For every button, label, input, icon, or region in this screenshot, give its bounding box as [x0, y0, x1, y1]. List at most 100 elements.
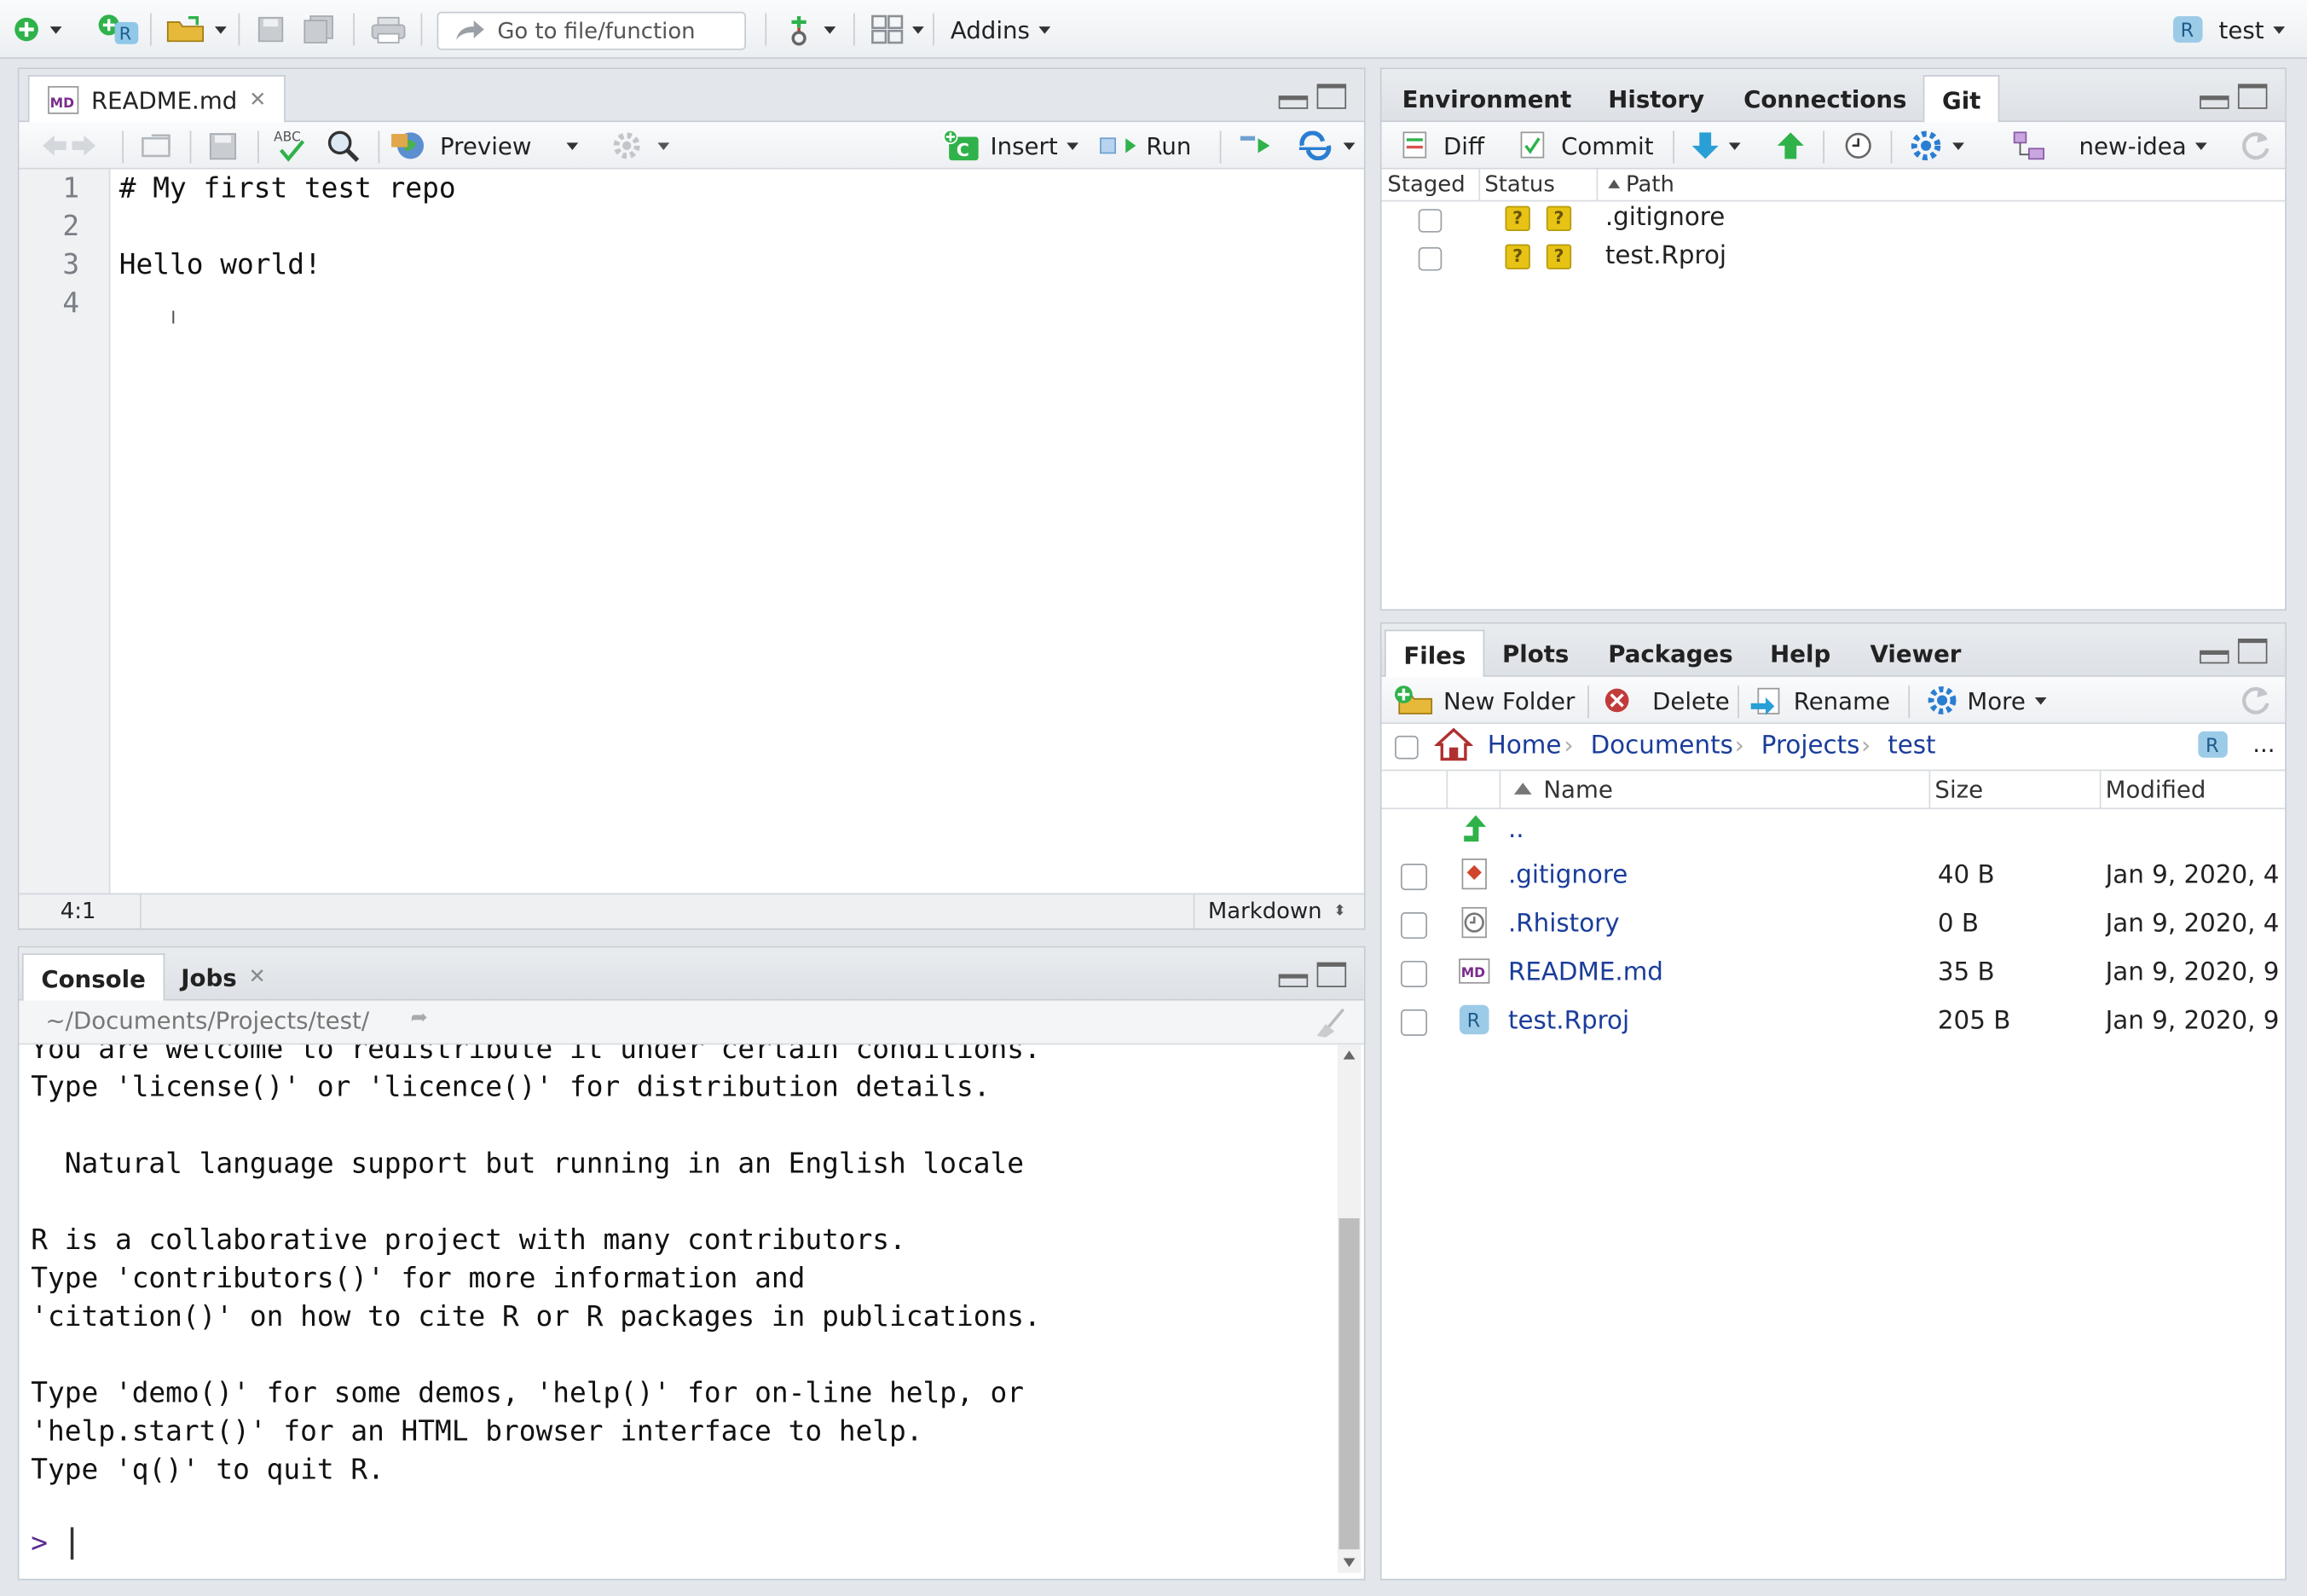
close-tab-icon[interactable]: ✕: [249, 965, 266, 989]
rproj-icon[interactable]: R: [2197, 730, 2229, 760]
version-control-button[interactable]: [783, 0, 836, 59]
file-checkbox[interactable]: [1400, 864, 1428, 891]
select-all-checkbox[interactable]: [1395, 735, 1419, 760]
code-line: Hello world!: [119, 248, 321, 281]
scroll-down-icon[interactable]: [1343, 1558, 1356, 1567]
editor-options-button[interactable]: [610, 122, 670, 169]
code-editor[interactable]: # My first test repo Hello world! I: [112, 169, 1364, 893]
files-more-button[interactable]: More: [1926, 677, 2047, 724]
diff-button[interactable]: Diff: [1402, 122, 1484, 169]
scroll-up-icon[interactable]: [1343, 1050, 1356, 1060]
tab-environment[interactable]: Environment: [1385, 75, 1589, 122]
file-name-link[interactable]: test.Rproj: [1508, 1006, 1629, 1036]
file-checkbox[interactable]: [1400, 911, 1428, 940]
source-button[interactable]: [1296, 122, 1356, 169]
staged-checkbox[interactable]: [1418, 209, 1443, 233]
git-branch-icon: [791, 15, 807, 46]
new-branch-button[interactable]: [2011, 122, 2046, 169]
project-menu[interactable]: R test: [2171, 0, 2285, 59]
branch-selector[interactable]: new-idea: [2079, 122, 2207, 169]
preview-button[interactable]: Preview: [390, 122, 579, 169]
parent-dir-link[interactable]: ..: [1508, 815, 1524, 845]
clear-console-broom-icon[interactable]: [1311, 1006, 1350, 1038]
file-name-link[interactable]: .gitignore: [1508, 861, 1628, 891]
goto-file-input[interactable]: Go to file/function: [437, 11, 746, 50]
pull-button[interactable]: [1691, 122, 1741, 169]
tab-jobs[interactable]: Jobs ✕: [164, 953, 284, 1000]
file-name-link[interactable]: .Rhistory: [1508, 910, 1620, 940]
file-checkbox[interactable]: [1400, 960, 1428, 988]
maximize-icon[interactable]: [2237, 638, 2268, 664]
editor-save-button[interactable]: [207, 122, 240, 169]
tab-help[interactable]: Help: [1752, 630, 1848, 677]
go-to-directory-icon[interactable]: ➦: [410, 1006, 427, 1030]
print-button[interactable]: [371, 0, 406, 59]
refresh-git-button[interactable]: [2238, 122, 2273, 169]
delete-button[interactable]: Delete: [1602, 677, 1730, 724]
col-status[interactable]: Status: [1484, 171, 1555, 197]
breadcrumb: Home › Documents › Projects › test R ...: [1381, 724, 2286, 772]
col-name[interactable]: Name: [1543, 775, 1612, 803]
tab-plots[interactable]: Plots: [1484, 630, 1587, 677]
col-path[interactable]: Path: [1626, 171, 1674, 197]
show-in-window-button[interactable]: [140, 122, 175, 169]
maximize-icon[interactable]: [1316, 84, 1347, 109]
console-scrollbar[interactable]: [1337, 1044, 1362, 1573]
minimize-icon[interactable]: [2200, 95, 2229, 109]
tab-connections[interactable]: Connections: [1726, 75, 1924, 122]
tab-readme[interactable]: MD README.md ✕: [27, 75, 286, 124]
open-file-button[interactable]: [165, 0, 227, 59]
minimize-icon[interactable]: [1278, 974, 1309, 988]
svg-text:R: R: [1467, 1010, 1481, 1032]
tab-console[interactable]: Console: [21, 953, 165, 1003]
maximize-icon[interactable]: [1316, 962, 1347, 988]
breadcrumb-test[interactable]: test: [1888, 732, 1935, 761]
find-replace-button[interactable]: [325, 122, 360, 169]
new-project-button[interactable]: R: [97, 0, 142, 59]
scrollbar-thumb[interactable]: [1339, 1217, 1360, 1550]
staged-checkbox[interactable]: [1418, 246, 1443, 271]
workspace-panes-button[interactable]: [871, 0, 924, 59]
console-output[interactable]: You are welcome to redistribute it under…: [19, 1044, 1337, 1578]
minimize-icon[interactable]: [2200, 650, 2229, 664]
git-more-button[interactable]: [1908, 122, 1964, 169]
tab-viewer[interactable]: Viewer: [1853, 630, 1979, 677]
run-button[interactable]: Run: [1099, 122, 1191, 169]
insert-chunk-button[interactable]: C Insert: [943, 122, 1078, 169]
save-button[interactable]: [256, 0, 286, 59]
col-size[interactable]: Size: [1934, 775, 1983, 803]
refresh-files-button[interactable]: [2238, 677, 2273, 724]
file-name-link[interactable]: README.md: [1508, 957, 1663, 987]
maximize-icon[interactable]: [2237, 84, 2268, 109]
col-modified[interactable]: Modified: [2106, 775, 2206, 803]
working-directory[interactable]: ~/Documents/Projects/test/: [45, 1006, 369, 1034]
tab-git[interactable]: Git: [1922, 75, 2000, 124]
spellcheck-button[interactable]: ABC: [272, 122, 310, 169]
new-folder-button[interactable]: New Folder: [1393, 677, 1575, 724]
history-button[interactable]: [1843, 122, 1873, 169]
new-file-button[interactable]: [12, 0, 62, 59]
save-all-button[interactable]: [304, 0, 338, 59]
run-arrow-icon: [1100, 137, 1136, 154]
tab-packages[interactable]: Packages: [1591, 630, 1751, 677]
tab-files[interactable]: Files: [1384, 629, 1485, 679]
back-button[interactable]: [40, 122, 99, 169]
more-path-button[interactable]: ...: [2252, 730, 2275, 758]
addins-menu[interactable]: Addins: [951, 0, 1051, 59]
push-button[interactable]: [1776, 122, 1806, 169]
close-tab-icon[interactable]: ✕: [249, 89, 266, 113]
tab-history[interactable]: History: [1591, 75, 1722, 122]
commit-button[interactable]: Commit: [1520, 122, 1654, 169]
minimize-icon[interactable]: [1278, 95, 1309, 109]
home-icon[interactable]: [1434, 727, 1473, 762]
file-checkbox[interactable]: [1400, 1009, 1428, 1036]
breadcrumb-home[interactable]: Home: [1488, 732, 1562, 761]
editor-tabbar: MD README.md ✕: [19, 69, 1364, 124]
breadcrumb-projects[interactable]: Projects: [1761, 732, 1860, 761]
col-staged[interactable]: Staged: [1387, 171, 1465, 197]
breadcrumb-documents[interactable]: Documents: [1591, 732, 1733, 761]
rename-button[interactable]: Rename: [1749, 677, 1890, 724]
new-folder-label: New Folder: [1443, 686, 1576, 714]
rerun-button[interactable]: [1234, 122, 1275, 169]
language-mode-selector[interactable]: Markdown ⬍: [1208, 898, 1346, 924]
